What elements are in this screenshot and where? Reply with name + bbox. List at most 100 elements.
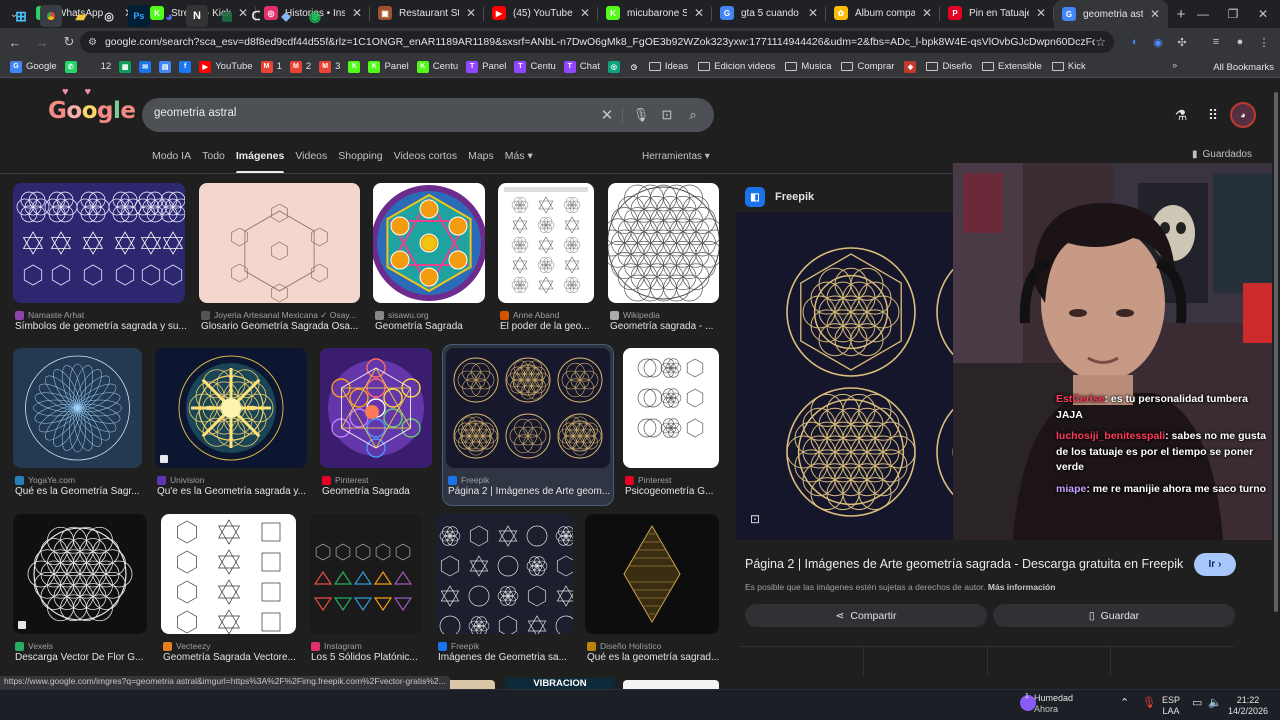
profile-icon[interactable]: ●	[1230, 32, 1250, 52]
image-result[interactable]: Freepik Página 2 | Imágenes de Arte geom.…	[442, 344, 614, 506]
forward-arrow-icon[interactable]: →	[30, 30, 54, 54]
result-source[interactable]: Freepik	[438, 641, 479, 651]
result-source[interactable]: Diseño Holístico	[587, 641, 661, 651]
result-title[interactable]: Psicogeometría G...	[625, 486, 725, 497]
search-tab[interactable]: Modo IA	[152, 150, 202, 170]
result-title[interactable]: Qué es la geometría sagrad...	[587, 652, 725, 663]
clear-search-icon[interactable]: ✕	[598, 106, 616, 124]
address-bar[interactable]: ⚙ google.com/search?sca_esv=d8f8ed9cdf44…	[80, 31, 1114, 53]
result-thumbnail[interactable]	[498, 183, 594, 303]
capcut-icon[interactable]: ᑕ	[245, 5, 267, 27]
image-result[interactable]: sisawu.org Geometría Sagrada	[373, 183, 485, 337]
result-source[interactable]: Namaste Arhat	[15, 310, 84, 320]
partial-result-thumbnail[interactable]: VIBRACION	[505, 678, 615, 689]
bookmark-item[interactable]: T Centu	[510, 57, 559, 77]
extensions-puzzle-icon[interactable]: ✣	[1172, 32, 1192, 52]
search-tab[interactable]: Videos	[295, 150, 338, 170]
weather-widget[interactable]: 1 Humedad Ahora	[1020, 693, 1073, 715]
browser-tab[interactable]: ▶ (45) YouTube ✕	[484, 0, 598, 26]
result-title[interactable]: El poder de la geo...	[500, 321, 600, 332]
result-thumbnail[interactable]	[13, 514, 147, 634]
more-info-link[interactable]: Más información	[988, 582, 1056, 592]
image-result[interactable]: Pinterest Psicogeometría G...	[623, 348, 719, 502]
search-tab[interactable]: Imágenes	[235, 150, 295, 174]
close-tab-icon[interactable]: ✕	[694, 6, 704, 20]
maximize-button[interactable]: ❐	[1216, 0, 1250, 28]
bookmark-folder[interactable]: Kick	[1047, 57, 1091, 77]
result-source[interactable]: Instagram	[311, 641, 362, 651]
result-source[interactable]: sisawu.org	[375, 310, 429, 320]
result-thumbnail[interactable]	[608, 183, 719, 303]
microphone-icon[interactable]: 🎙	[632, 106, 650, 124]
result-thumbnail[interactable]	[13, 348, 142, 468]
bookmark-item[interactable]: ▶ YouTube	[195, 57, 256, 77]
search-tab[interactable]: Videos cortos	[394, 150, 468, 170]
bookmark-folder[interactable]: Comprar	[836, 57, 899, 77]
bookmark-item[interactable]: ✆	[61, 57, 81, 77]
result-thumbnail[interactable]	[320, 348, 432, 468]
clock[interactable]: 21:22 14/2/2026	[1224, 695, 1272, 717]
bookmark-item[interactable]: ✉	[135, 57, 155, 77]
bookmark-item[interactable]: 12	[81, 57, 116, 77]
browser-tab[interactable]: ✿ Álbum compartido ✕	[826, 0, 940, 26]
preview-source[interactable]: ◧ Freepik	[745, 187, 814, 207]
result-source[interactable]: Univision	[157, 475, 205, 485]
result-thumbnail[interactable]	[199, 183, 360, 303]
result-thumbnail[interactable]	[373, 183, 485, 303]
bookmark-folder[interactable]: ◈	[899, 57, 921, 77]
close-tab-icon[interactable]: ✕	[1150, 7, 1160, 21]
bookmark-star-icon[interactable]: ☆	[1095, 35, 1106, 49]
image-result[interactable]: YogaYe.com Qué es la Geometría Sagr...	[13, 348, 142, 502]
close-tab-icon[interactable]: ✕	[466, 6, 476, 20]
all-bookmarks-button[interactable]: All Bookmarks	[1208, 56, 1274, 78]
result-source[interactable]: Pinterest	[625, 475, 672, 485]
bookmark-item[interactable]: ◎	[604, 57, 624, 77]
close-window-button[interactable]: ✕	[1246, 0, 1280, 28]
bookmark-item[interactable]: K Centu	[413, 57, 462, 77]
close-tab-icon[interactable]: ✕	[808, 6, 818, 20]
avatar[interactable]: ◕	[1230, 102, 1256, 128]
bookmark-item[interactable]: ▤	[155, 57, 175, 77]
bookmark-item[interactable]: T Panel	[462, 57, 510, 77]
result-source[interactable]: Vecteezy	[163, 641, 211, 651]
result-thumbnail[interactable]	[13, 183, 185, 303]
result-thumbnail[interactable]	[623, 348, 719, 468]
chrome-icon[interactable]	[40, 5, 62, 27]
result-title[interactable]: Imágenes de Geometria sa...	[438, 652, 579, 663]
close-tab-icon[interactable]: ✕	[580, 6, 590, 20]
result-thumbnail[interactable]	[309, 514, 422, 634]
browser-tab[interactable]: Ggta 5 cuando slams ✕	[712, 0, 826, 26]
result-source[interactable]: Wikipedia	[610, 310, 660, 320]
bookmark-item[interactable]: M2	[286, 57, 315, 77]
language-indicator[interactable]: ESP LAA	[1162, 695, 1180, 717]
lens-icon[interactable]: ⊡	[658, 106, 676, 124]
google-logo[interactable]: Google	[48, 98, 136, 124]
bookmark-item[interactable]: K	[344, 57, 364, 77]
address-bar-url[interactable]: google.com/search?sca_esv=d8f8ed9cdf44d5…	[105, 36, 1095, 48]
preview-title[interactable]: Página 2 | Imágenes de Arte geometría sa…	[745, 557, 1183, 571]
labs-flask-icon[interactable]: ⚗	[1172, 106, 1190, 124]
result-thumbnail[interactable]	[446, 348, 610, 468]
spreadsheet-icon[interactable]: ▦	[216, 5, 238, 27]
result-title[interactable]: Descarga Vector De Flor G...	[15, 652, 153, 663]
image-result[interactable]: Vexels Descarga Vector De Flor G...	[13, 514, 147, 668]
browser-tab[interactable]: Ggeometria astral ✕	[1054, 0, 1168, 28]
result-title[interactable]: Geometría Sagrada	[322, 486, 438, 497]
result-title[interactable]: Página 2 | Imágenes de Arte geom...	[448, 486, 616, 497]
bookmark-item[interactable]: K Panel	[364, 57, 412, 77]
windows-start-icon[interactable]: ⊞	[10, 5, 32, 27]
discord-icon[interactable]: ◕	[158, 5, 180, 27]
bookmark-item[interactable]: ◷	[624, 57, 644, 77]
spotify-icon[interactable]: ◉	[304, 5, 326, 27]
bookmark-item[interactable]: f	[175, 57, 195, 77]
bookmark-folder[interactable]: Ideas	[644, 57, 693, 77]
visit-button[interactable]: Ir ›	[1194, 553, 1236, 576]
network-icon[interactable]: ▭	[1192, 696, 1202, 709]
bookmark-item[interactable]: M1	[257, 57, 286, 77]
result-title[interactable]: Geometría Sagrada Vectore...	[163, 652, 302, 663]
image-result[interactable]: Univision Qu'e es la Geometría sagrada y.…	[155, 348, 307, 502]
back-arrow-icon[interactable]: ←	[3, 30, 27, 54]
result-thumbnail[interactable]	[155, 348, 307, 468]
microphone-tray-icon[interactable]: 🎙	[1142, 696, 1156, 709]
image-result[interactable]: Wikipedia Geometría sagrada - ...	[608, 183, 719, 337]
